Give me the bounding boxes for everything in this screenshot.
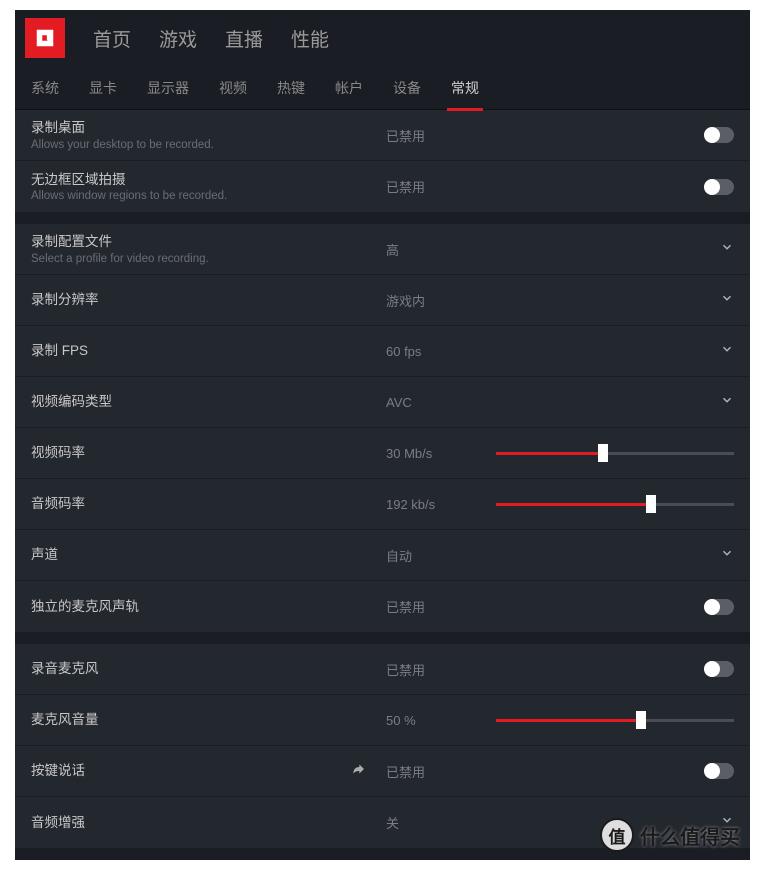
settings-group-2: 录制配置文件 Select a profile for video record… — [15, 224, 750, 632]
value-video-bitrate: 30 Mb/s — [386, 446, 496, 461]
row-video-encoding[interactable]: 视频编码类型 AVC — [15, 377, 750, 428]
row-video-bitrate: 视频码率 30 Mb/s — [15, 428, 750, 479]
row-record-microphone: 录音麦克风 已禁用 — [15, 644, 750, 695]
toggle-separate-mic-track[interactable] — [704, 599, 734, 615]
tab-account[interactable]: 帐户 — [331, 66, 367, 110]
settings-group-1: 录制桌面 Allows your desktop to be recorded.… — [15, 110, 750, 212]
desc-record-desktop: Allows your desktop to be recorded. — [31, 139, 214, 151]
desc-recording-profile: Select a profile for video recording. — [31, 253, 209, 265]
toggle-push-to-talk[interactable] — [704, 763, 734, 779]
toggle-record-desktop[interactable] — [704, 127, 734, 143]
label-push-to-talk: 按键说话 — [31, 762, 85, 780]
value-separate-mic-track: 已禁用 — [386, 597, 496, 616]
row-audio-boost[interactable]: 音频增强 关 — [15, 797, 750, 848]
titlebar: 首页 游戏 直播 性能 — [15, 10, 750, 66]
row-push-to-talk: 按键说话 已禁用 — [15, 746, 750, 797]
value-audio-boost: 关 — [386, 813, 496, 832]
slider-mic-volume[interactable] — [496, 719, 734, 722]
label-audio-boost: 音频增强 — [31, 814, 85, 832]
row-recording-resolution[interactable]: 录制分辨率 游戏内 — [15, 275, 750, 326]
row-channels[interactable]: 声道 自动 — [15, 530, 750, 581]
amd-settings-window: 首页 游戏 直播 性能 系统 显卡 显示器 视频 热键 帐户 设备 常规 录制桌… — [15, 10, 750, 860]
row-recording-profile[interactable]: 录制配置文件 Select a profile for video record… — [15, 224, 750, 275]
label-mic-volume: 麦克风音量 — [31, 711, 99, 729]
label-recording-resolution: 录制分辨率 — [31, 291, 99, 309]
value-audio-bitrate: 192 kb/s — [386, 497, 496, 512]
nav-home[interactable]: 首页 — [93, 25, 131, 52]
row-audio-bitrate: 音频码率 192 kb/s — [15, 479, 750, 530]
nav-performance[interactable]: 性能 — [291, 25, 329, 52]
settings-group-3: 录音麦克风 已禁用 麦克风音量 50 % 按键说话 已禁 — [15, 644, 750, 848]
row-record-desktop: 录制桌面 Allows your desktop to be recorded.… — [15, 110, 750, 161]
label-borderless-region: 无边框区域拍摄 — [31, 171, 227, 189]
toggle-borderless-region[interactable] — [704, 179, 734, 195]
main-nav: 首页 游戏 直播 性能 — [93, 25, 329, 52]
label-record-desktop: 录制桌面 — [31, 119, 214, 137]
label-recording-fps: 录制 FPS — [31, 342, 88, 360]
tab-device[interactable]: 设备 — [389, 66, 425, 110]
value-borderless-region: 已禁用 — [386, 177, 496, 196]
label-audio-bitrate: 音频码率 — [31, 495, 85, 513]
chevron-down-icon — [720, 342, 734, 361]
row-recording-fps[interactable]: 录制 FPS 60 fps — [15, 326, 750, 377]
tab-general[interactable]: 常规 — [447, 66, 483, 110]
value-recording-resolution: 游戏内 — [386, 291, 496, 310]
nav-streaming[interactable]: 直播 — [225, 25, 263, 52]
row-mic-volume: 麦克风音量 50 % — [15, 695, 750, 746]
share-icon[interactable] — [350, 761, 366, 782]
label-video-encoding: 视频编码类型 — [31, 393, 112, 411]
slider-video-bitrate[interactable] — [496, 452, 734, 455]
value-record-microphone: 已禁用 — [386, 660, 496, 679]
desc-borderless-region: Allows window regions to be recorded. — [31, 190, 227, 202]
chevron-down-icon — [720, 546, 734, 565]
toggle-record-microphone[interactable] — [704, 661, 734, 677]
label-record-microphone: 录音麦克风 — [31, 660, 99, 678]
value-push-to-talk: 已禁用 — [386, 762, 496, 781]
value-video-encoding: AVC — [386, 395, 496, 410]
tab-graphics[interactable]: 显卡 — [85, 66, 121, 110]
tab-system[interactable]: 系统 — [27, 66, 63, 110]
settings-content: 录制桌面 Allows your desktop to be recorded.… — [15, 110, 750, 848]
label-recording-profile: 录制配置文件 — [31, 233, 209, 251]
value-recording-fps: 60 fps — [386, 344, 496, 359]
slider-audio-bitrate[interactable] — [496, 503, 734, 506]
tab-video[interactable]: 视频 — [215, 66, 251, 110]
row-borderless-region: 无边框区域拍摄 Allows window regions to be reco… — [15, 161, 750, 212]
chevron-down-icon — [720, 813, 734, 832]
tab-hotkeys[interactable]: 热键 — [273, 66, 309, 110]
value-recording-profile: 高 — [386, 240, 496, 259]
chevron-down-icon — [720, 291, 734, 310]
row-separate-mic-track: 独立的麦克风声轨 已禁用 — [15, 581, 750, 632]
amd-logo — [25, 18, 65, 58]
label-channels: 声道 — [31, 546, 58, 564]
chevron-down-icon — [720, 393, 734, 412]
sub-nav: 系统 显卡 显示器 视频 热键 帐户 设备 常规 — [15, 66, 750, 110]
value-mic-volume: 50 % — [386, 713, 496, 728]
value-record-desktop: 已禁用 — [386, 126, 496, 145]
label-video-bitrate: 视频码率 — [31, 444, 85, 462]
value-channels: 自动 — [386, 546, 496, 565]
nav-games[interactable]: 游戏 — [159, 25, 197, 52]
label-separate-mic-track: 独立的麦克风声轨 — [31, 598, 139, 616]
chevron-down-icon — [720, 240, 734, 259]
tab-display[interactable]: 显示器 — [143, 66, 193, 110]
